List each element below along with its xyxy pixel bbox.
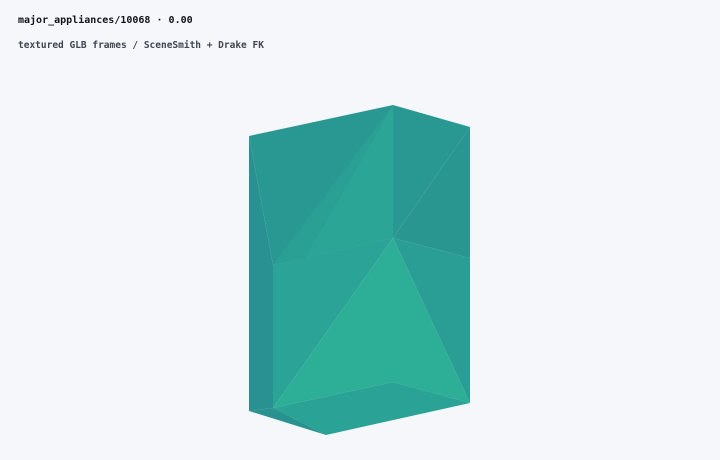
3d-viewport[interactable] xyxy=(0,0,720,460)
render-page: major_appliances/10068 · 0.00 textured G… xyxy=(0,0,720,460)
appliance-box-mesh xyxy=(249,105,470,435)
